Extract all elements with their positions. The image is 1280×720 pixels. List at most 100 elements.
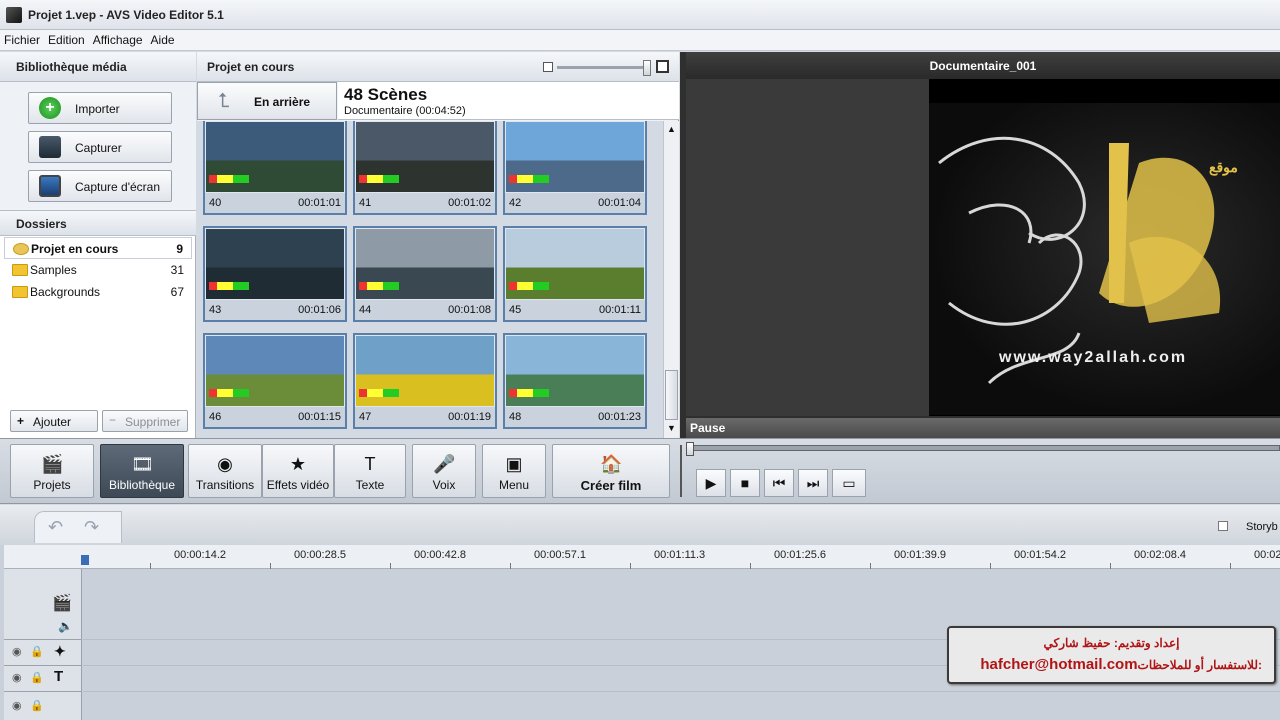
small-thumb-icon[interactable] xyxy=(543,62,553,72)
playback-progress[interactable] xyxy=(690,445,1280,451)
scene-thumbnail[interactable]: 40 00:01:01 xyxy=(203,121,347,215)
scene-duration: 00:01:01 xyxy=(298,197,341,209)
scene-thumbnail[interactable]: 42 00:01:04 xyxy=(503,121,647,215)
scene-number: 41 xyxy=(359,197,372,209)
track-line xyxy=(83,691,1280,692)
scene-thumbnail[interactable]: 41 00:01:02 xyxy=(353,121,497,215)
scene-thumbnail[interactable]: 46 00:01:15 xyxy=(203,333,347,429)
large-thumb-icon[interactable] xyxy=(656,60,669,73)
credit-label: للاستفسار أو للملاحظات: xyxy=(1137,658,1262,672)
audio-level-icon xyxy=(359,389,399,397)
capture-label: Capturer xyxy=(75,141,122,155)
scene-duration: 00:01:19 xyxy=(448,411,491,423)
scene-thumbnail[interactable]: 48 00:01:23 xyxy=(503,333,647,429)
folder-current-project[interactable]: Projet en cours 9 xyxy=(4,237,192,259)
play-button[interactable]: ▶ xyxy=(696,469,726,497)
toolbar-library-button[interactable]: 🎞 Bibliothèque xyxy=(100,444,184,498)
scroll-up-icon[interactable]: ▲ xyxy=(667,124,676,134)
scene-caption: 41 00:01:02 xyxy=(355,193,495,213)
zoom-slider[interactable] xyxy=(557,66,649,69)
scenes-title: 48 Scènes xyxy=(344,85,428,104)
toolbar-divider xyxy=(680,445,682,497)
menu-help[interactable]: Aide xyxy=(147,30,179,47)
lock-icon[interactable]: 🔒 xyxy=(30,671,44,684)
storyboard-label[interactable]: Storyb xyxy=(1246,521,1278,533)
fullscreen-button[interactable]: ▭ xyxy=(832,469,866,497)
scroll-down-icon[interactable]: ▼ xyxy=(667,423,676,433)
eye-icon[interactable]: ◉ xyxy=(12,645,22,658)
menu-file[interactable]: Fichier xyxy=(0,30,44,47)
toolbar-voice-button[interactable]: 🎤 Voix xyxy=(412,444,476,498)
scroll-thumb[interactable] xyxy=(665,370,678,420)
effects-track-icon: ✦ xyxy=(54,643,66,659)
next-button[interactable]: ⏭ xyxy=(798,469,828,497)
menu-view[interactable]: Affichage xyxy=(89,30,147,47)
screen-capture-button[interactable]: Capture d'écran xyxy=(28,170,172,202)
window-title: Projet 1.vep - AVS Video Editor 5.1 xyxy=(28,8,224,22)
audio-level-icon xyxy=(509,389,549,397)
playhead-marker[interactable] xyxy=(81,555,89,565)
next-icon: ⏭ xyxy=(806,475,820,491)
capture-button[interactable]: Capturer xyxy=(28,131,172,163)
track-divider xyxy=(4,691,82,692)
audio-mute-icon[interactable]: 🔈 xyxy=(58,619,73,633)
toolbar-text-button[interactable]: T Texte xyxy=(334,444,406,498)
ruler-tick-label: 00:01:54.2 xyxy=(1014,549,1066,561)
scene-duration: 00:01:04 xyxy=(598,197,641,209)
ruler-tick-label: 00:00:42.8 xyxy=(414,549,466,561)
scene-caption: 45 00:01:11 xyxy=(505,300,645,320)
redo-icon[interactable]: ↷ xyxy=(84,517,99,538)
track-divider xyxy=(4,665,82,666)
lock-icon[interactable]: 🔒 xyxy=(30,699,44,712)
scene-thumbnail[interactable]: 43 00:01:06 xyxy=(203,226,347,322)
import-button[interactable]: + Importer xyxy=(28,92,172,124)
zoom-slider-thumb[interactable] xyxy=(643,60,651,76)
undo-icon[interactable]: ↶ xyxy=(48,517,63,538)
ruler-tick-mark xyxy=(510,563,511,569)
create-film-label: Créer film xyxy=(580,478,642,493)
toolbar-video-effects-button[interactable]: ★ Effets vidéo xyxy=(262,444,334,498)
eye-icon[interactable]: ◉ xyxy=(12,671,22,684)
previous-button[interactable]: ⏮ xyxy=(764,469,794,497)
library-icon: 🎞 xyxy=(131,454,154,474)
folder-icon xyxy=(12,264,28,276)
stop-button[interactable]: ■ xyxy=(730,469,760,497)
scenes-info: 48 Scènes Documentaire (00:04:52) xyxy=(338,82,679,120)
menu-edit[interactable]: Edition xyxy=(44,30,89,47)
add-label: Ajouter xyxy=(33,415,72,429)
credit-line-1: إعداد وتقديم: حفيظ شاركي xyxy=(1043,636,1180,650)
toolbar-menu-button[interactable]: ▣ Menu xyxy=(482,444,546,498)
toolbar-transitions-button[interactable]: ◉ Transitions xyxy=(188,444,262,498)
delete-button[interactable]: − Supprimer xyxy=(102,410,188,432)
scene-thumbnail[interactable]: 45 00:01:11 xyxy=(503,226,647,322)
project-panel: Projet en cours ⮤ En arrière 48 Scènes D… xyxy=(197,52,679,438)
ruler-tick-mark xyxy=(1110,563,1111,569)
add-button[interactable]: + Ajouter xyxy=(10,410,98,432)
logo-text: موقع xyxy=(1209,159,1238,175)
playback-progress-thumb[interactable] xyxy=(686,442,694,456)
menu-bar: Fichier Edition Affichage Aide xyxy=(0,30,1280,51)
toolbar-projects-button[interactable]: 🎬 Projets xyxy=(10,444,94,498)
video-effects-icon: ★ xyxy=(289,454,307,474)
folder-samples[interactable]: Samples 31 xyxy=(4,259,192,281)
toolbar-transitions-label: Transitions xyxy=(195,478,255,492)
ruler-tick-label: 00:01:39.9 xyxy=(894,549,946,561)
back-button[interactable]: ⮤ En arrière xyxy=(197,82,337,120)
ruler-tick-label: 00:02:08.4 xyxy=(1134,549,1186,561)
media-library-panel: Bibliothèque média + Importer Capturer C… xyxy=(0,52,196,438)
scene-number: 47 xyxy=(359,411,372,423)
create-film-button[interactable]: 🏠 Créer film xyxy=(552,444,670,498)
lock-icon[interactable]: 🔒 xyxy=(30,645,44,658)
scene-scrollbar[interactable]: ▲ ▼ xyxy=(663,121,679,438)
scene-thumbnail[interactable]: 44 00:01:08 xyxy=(353,226,497,322)
scene-thumbnail[interactable]: 47 00:01:19 xyxy=(353,333,497,429)
eye-icon[interactable]: ◉ xyxy=(12,699,22,712)
video-frame: موقع www.way2allah.com xyxy=(929,79,1280,416)
audio-level-icon xyxy=(359,175,399,183)
transitions-icon: ◉ xyxy=(217,454,233,474)
timeline-toolbar: ↶ ↷ Storyb xyxy=(0,505,1280,545)
scene-caption: 48 00:01:23 xyxy=(505,407,645,427)
scene-number: 45 xyxy=(509,304,522,316)
storyboard-toggle-icon[interactable] xyxy=(1218,521,1228,531)
folder-backgrounds[interactable]: Backgrounds 67 xyxy=(4,281,192,303)
